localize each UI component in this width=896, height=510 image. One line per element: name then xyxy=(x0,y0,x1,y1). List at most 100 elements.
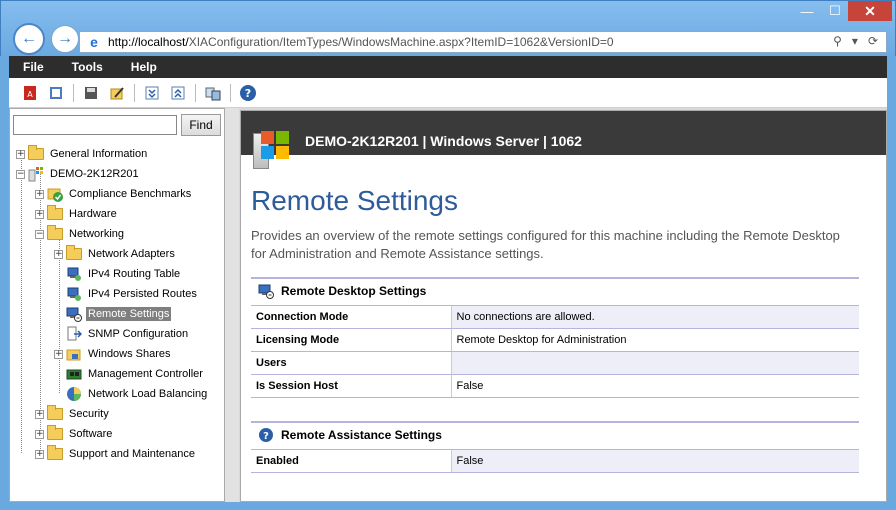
tree-node-label: DEMO-2K12R201 xyxy=(50,168,139,180)
row-key: Enabled xyxy=(251,449,452,473)
tree-node-machine[interactable]: − DEMO-2K12R201 xyxy=(16,165,141,183)
row-key: Is Session Host xyxy=(251,374,452,398)
help-icon[interactable]: ? xyxy=(237,82,259,104)
export-icon[interactable] xyxy=(45,82,67,104)
chip-icon xyxy=(66,367,82,381)
menu-bar: File Tools Help xyxy=(9,56,887,78)
find-button[interactable]: Find xyxy=(181,114,221,136)
compare-icon[interactable] xyxy=(202,82,224,104)
panel-splitter[interactable] xyxy=(225,108,239,502)
row-key: Connection Mode xyxy=(251,305,452,329)
tree-node-label: IPv4 Routing Table xyxy=(88,268,181,280)
tree-node-label: Management Controller xyxy=(88,368,203,380)
url-path: XIAConfiguration/ItemTypes/WindowsMachin… xyxy=(188,35,614,49)
tree-node-label: Support and Maintenance xyxy=(69,448,195,460)
page-description: Provides an overview of the remote setti… xyxy=(251,228,840,261)
windows-logo-icon xyxy=(261,131,291,161)
menu-file[interactable]: File xyxy=(9,60,58,74)
folder-icon xyxy=(47,205,63,221)
tree-node-remote-settings[interactable]: Remote Settings xyxy=(54,305,172,323)
tree-node-networking[interactable]: − Networking xyxy=(35,225,126,243)
tree-node-software[interactable]: + Software xyxy=(35,425,114,443)
section-title: Remote Desktop Settings xyxy=(281,284,427,298)
network-icon xyxy=(66,267,82,281)
row-value: False xyxy=(451,374,859,398)
tree-node-label: Compliance Benchmarks xyxy=(69,188,192,200)
remote-desktop-icon xyxy=(66,307,82,322)
minimize-icon[interactable]: — xyxy=(793,1,821,21)
expand-icon[interactable]: + xyxy=(16,149,25,159)
collapse-all-icon[interactable] xyxy=(167,82,189,104)
pie-icon xyxy=(66,387,82,401)
row-value: False xyxy=(451,449,859,473)
dropdown-icon[interactable]: ▾ xyxy=(852,34,858,48)
forward-button[interactable]: → xyxy=(51,25,79,53)
tree-node-snmp[interactable]: SNMP Configuration xyxy=(54,325,190,343)
refresh-icon[interactable]: ⟳ xyxy=(868,34,878,48)
toolbar-separator xyxy=(134,83,135,102)
tree-node-mgmt[interactable]: Management Controller xyxy=(54,365,205,383)
table-row: Connection Mode No connections are allowe… xyxy=(251,305,859,329)
share-icon xyxy=(66,347,82,361)
url-text[interactable]: http://localhost/XIAConfiguration/ItemTy… xyxy=(108,35,614,49)
collapse-icon[interactable]: − xyxy=(35,229,44,239)
tree-node-label: Remote Settings xyxy=(86,307,172,321)
ie-logo-icon: e xyxy=(90,34,98,50)
pdf-icon[interactable]: A xyxy=(19,82,41,104)
tree-node-support[interactable]: + Support and Maintenance xyxy=(35,445,197,463)
compliance-icon xyxy=(47,187,63,202)
edit-icon[interactable] xyxy=(106,82,128,104)
search-input[interactable] xyxy=(13,115,177,135)
tree-node-nlb[interactable]: Network Load Balancing xyxy=(54,385,209,403)
tree-node-ipv4-persisted[interactable]: IPv4 Persisted Routes xyxy=(54,285,199,303)
expand-icon[interactable]: + xyxy=(35,189,44,199)
tree-node-label: Software xyxy=(69,428,113,440)
expand-icon[interactable]: + xyxy=(35,429,44,439)
search-icon[interactable]: ⚲ xyxy=(833,34,842,48)
back-button[interactable]: ← xyxy=(13,23,45,55)
browser-chrome: — ☐ ✕ ← → e http://localhost/XIAConfigur… xyxy=(0,0,896,56)
tree-node-adapters[interactable]: + Network Adapters xyxy=(54,245,177,263)
close-icon[interactable]: ✕ xyxy=(848,1,892,21)
item-header-title: DEMO-2K12R201 | Windows Server | 1062 xyxy=(305,133,582,149)
maximize-icon[interactable]: ☐ xyxy=(821,1,849,21)
row-key: Licensing Mode xyxy=(251,328,452,352)
folder-icon xyxy=(28,145,44,161)
folder-icon xyxy=(47,445,63,461)
tree-node-security[interactable]: + Security xyxy=(35,405,111,423)
url-host: http://localhost/ xyxy=(108,35,189,49)
collapse-icon[interactable]: − xyxy=(16,169,25,179)
help-icon: ? xyxy=(257,426,275,444)
expand-icon[interactable]: + xyxy=(35,449,44,459)
tree-node-label: Security xyxy=(69,408,109,420)
tree-node-label: General Information xyxy=(50,148,148,160)
section-remote-assistance: ? Remote Assistance Settings xyxy=(251,421,859,447)
row-value: No connections are allowed. xyxy=(451,305,859,329)
tree-node-hardware[interactable]: + Hardware xyxy=(35,205,119,223)
save-icon[interactable] xyxy=(80,82,102,104)
remote-desktop-icon xyxy=(257,282,275,300)
tree-node-label: Hardware xyxy=(69,208,117,220)
server-icon xyxy=(28,167,44,182)
expand-icon[interactable]: + xyxy=(54,249,63,259)
address-bar[interactable]: e http://localhost/XIAConfiguration/Item… xyxy=(79,31,887,53)
tree-node-ipv4-routing[interactable]: IPv4 Routing Table xyxy=(54,265,182,283)
table-row: Licensing Mode Remote Desktop for Adminis… xyxy=(251,328,859,352)
expand-all-icon[interactable] xyxy=(141,82,163,104)
tree-node-shares[interactable]: + Windows Shares xyxy=(54,345,173,363)
tree-node-general[interactable]: + General Information xyxy=(16,145,149,163)
table-row: Is Session Host False xyxy=(251,374,859,398)
snmp-icon xyxy=(66,326,82,341)
row-value xyxy=(451,351,859,375)
tree-node-label: Windows Shares xyxy=(88,348,171,360)
folder-icon xyxy=(47,425,63,441)
menu-help[interactable]: Help xyxy=(117,60,171,74)
remote-desktop-table: Connection Mode No connections are allowe… xyxy=(251,305,859,398)
expand-icon[interactable]: + xyxy=(35,409,44,419)
expand-icon[interactable]: + xyxy=(54,349,63,359)
row-key: Users xyxy=(251,351,452,375)
tree-node-compliance[interactable]: + Compliance Benchmarks xyxy=(35,185,193,203)
expand-icon[interactable]: + xyxy=(35,209,44,219)
tree-node-label: Network Load Balancing xyxy=(88,388,208,400)
menu-tools[interactable]: Tools xyxy=(58,60,117,74)
